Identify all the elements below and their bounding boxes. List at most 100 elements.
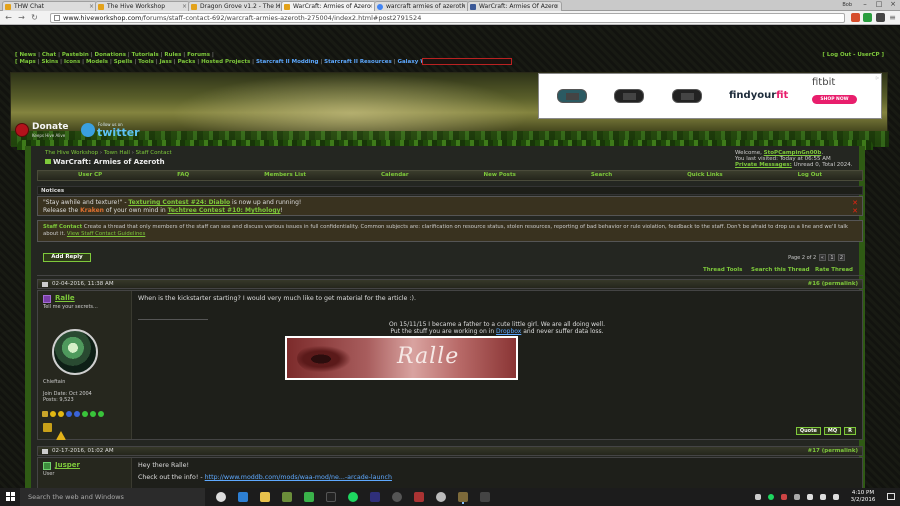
maximize-icon[interactable]: □ — [872, 0, 886, 10]
texturing-contest-link[interactable]: Texturing Contest #24: Diablo — [128, 199, 230, 206]
app-icon[interactable] — [436, 492, 446, 502]
steam-icon[interactable] — [392, 492, 402, 502]
dismiss-notice-icon[interactable]: ✕ — [852, 207, 858, 215]
permalink[interactable]: (permalink) — [822, 281, 858, 287]
windows-start-icon[interactable] — [6, 492, 16, 502]
link-tools[interactable]: Tools — [138, 59, 154, 65]
network-icon[interactable] — [807, 494, 813, 500]
page-prev[interactable]: « — [818, 254, 826, 261]
link-packs[interactable]: Packs — [178, 59, 196, 65]
logout-usercp-link[interactable]: [ Log Out - UserCP ] — [822, 52, 884, 58]
tab-facebook[interactable]: WarCraft: Armies Of Azero × — [467, 1, 562, 11]
nav-members-list[interactable]: Members List — [264, 171, 306, 180]
private-messages-link[interactable]: Private Messages: — [735, 162, 792, 168]
tab-google-search[interactable]: warcraft armies of azeroth × — [374, 1, 469, 11]
volume-icon[interactable] — [820, 494, 826, 500]
close-window-icon[interactable]: × — [886, 0, 900, 10]
link-news[interactable]: News — [19, 52, 36, 58]
extension-icon[interactable] — [851, 13, 860, 22]
post-number-link[interactable]: #17 — [808, 448, 820, 454]
reputation-button[interactable]: R — [844, 427, 856, 435]
permalink[interactable]: (permalink) — [822, 448, 858, 454]
taskbar-search-input[interactable]: Search the web and Windows — [20, 488, 205, 506]
link-maps[interactable]: Maps — [19, 59, 35, 65]
link-tutorials[interactable]: Tutorials — [132, 52, 159, 58]
crumb-hive-workshop[interactable]: The Hive Workshop — [45, 150, 98, 156]
rate-thread-menu[interactable]: Rate Thread — [815, 267, 853, 273]
link-rules[interactable]: Rules — [164, 52, 181, 58]
tab-armies-of-azeroth-active[interactable]: WarCraft: Armies of Azero × — [281, 1, 376, 11]
menu-icon[interactable]: ≡ — [888, 13, 897, 22]
system-clock[interactable]: 4:10 PM 3/2/2016 — [848, 490, 878, 504]
nav-user-cp[interactable]: User CP — [78, 171, 102, 180]
techtree-contest-link[interactable]: Techtree Contest #10: Mythology — [168, 207, 281, 214]
shop-now-button[interactable]: SHOP NOW — [812, 95, 857, 104]
page-1[interactable]: 1 — [828, 254, 836, 261]
report-post-icon[interactable] — [56, 431, 66, 440]
nav-new-posts[interactable]: New Posts — [484, 171, 516, 180]
tray-app-icon[interactable] — [781, 494, 787, 500]
link-skins[interactable]: Skins — [42, 59, 59, 65]
post-author-name[interactable]: Ralle — [55, 294, 126, 302]
url-input[interactable]: www.hiveworkshop.com/forums/staff-contac… — [50, 13, 845, 23]
adchoices-icon[interactable]: ▷ — [876, 75, 879, 80]
nav-calendar[interactable]: Calendar — [381, 171, 409, 180]
fitbit-advertisement[interactable]: findyourfit fitbit SHOP NOW ▷ — [538, 73, 882, 119]
quote-button[interactable]: Quote — [795, 427, 821, 435]
nav-faq[interactable]: FAQ — [177, 171, 189, 180]
extension-icon[interactable] — [863, 13, 872, 22]
close-tab-icon[interactable]: × — [89, 2, 94, 11]
green-app-icon[interactable] — [304, 492, 314, 502]
link-chat[interactable]: Chat — [42, 52, 56, 58]
extension-icon[interactable] — [876, 13, 885, 22]
crumb-town-hall[interactable]: Town Hall — [104, 150, 130, 156]
photoshop-icon[interactable] — [370, 492, 380, 502]
minecraft-icon[interactable] — [282, 492, 292, 502]
tray-app-icon[interactable] — [794, 494, 800, 500]
crumb-staff-contact[interactable]: Staff Contact — [136, 150, 172, 156]
nav-quick-links[interactable]: Quick Links — [687, 171, 723, 180]
post-number-link[interactable]: #16 — [808, 281, 820, 287]
multiquote-button[interactable]: MQ — [823, 427, 842, 435]
link-hosted-projects[interactable]: Hosted Projects — [201, 59, 250, 65]
notification-center-icon[interactable] — [887, 493, 895, 500]
profile-name[interactable]: Bob — [842, 0, 852, 10]
link-forums[interactable]: Forums — [187, 52, 210, 58]
donate-button[interactable]: Donate Keeps Hive Alive — [15, 121, 73, 141]
keyboard-icon[interactable] — [833, 494, 839, 500]
thread-tools-menu[interactable]: Thread Tools — [703, 267, 742, 273]
app-icon[interactable] — [414, 492, 424, 502]
twitter-follow-button[interactable]: Follow us on twitter — [81, 122, 145, 139]
link-sc2-modding[interactable]: Starcraft II Modding — [256, 59, 319, 65]
nav-log-out[interactable]: Log Out — [798, 171, 822, 180]
link-jass[interactable]: Jass — [160, 59, 172, 65]
link-sc2-resources[interactable]: Starcraft II Resources — [324, 59, 392, 65]
chrome-icon[interactable] — [216, 492, 226, 502]
close-tab-icon[interactable]: × — [368, 2, 373, 11]
reload-icon[interactable]: ↻ — [30, 13, 39, 22]
post-author-name[interactable]: Jusper — [55, 461, 126, 469]
minimize-icon[interactable]: – — [858, 0, 872, 10]
site-search-input[interactable] — [422, 58, 512, 65]
link-donations[interactable]: Donations — [95, 52, 126, 58]
close-tab-icon[interactable]: × — [182, 2, 187, 11]
dismiss-notice-icon[interactable]: ✕ — [852, 199, 858, 207]
link-spells[interactable]: Spells — [114, 59, 133, 65]
nav-search[interactable]: Search — [591, 171, 612, 180]
terminal-icon[interactable] — [326, 492, 336, 502]
dropbox-link[interactable]: Dropbox — [496, 328, 521, 335]
search-thread-menu[interactable]: Search this Thread — [751, 267, 810, 273]
tray-spotify-icon[interactable] — [768, 494, 774, 500]
tab-hive-workshop[interactable]: The Hive Workshop × — [95, 1, 190, 11]
tray-up-arrow-icon[interactable] — [755, 494, 761, 500]
tab-thw-chat[interactable]: THW Chat × — [2, 1, 97, 11]
staff-guidelines-link[interactable]: View Staff Contact Guidelines — [67, 231, 145, 237]
page-2-current[interactable]: 2 — [838, 254, 845, 261]
tab-dragon-grove[interactable]: Dragon Grove v1.2 - The H × — [188, 1, 283, 11]
link-pastebin[interactable]: Pastebin — [62, 52, 89, 58]
close-tab-icon[interactable]: × — [275, 2, 280, 11]
link-icons[interactable]: Icons — [64, 59, 80, 65]
file-explorer-icon[interactable] — [260, 492, 270, 502]
forward-arrow-icon[interactable]: → — [17, 13, 26, 22]
link-models[interactable]: Models — [86, 59, 108, 65]
